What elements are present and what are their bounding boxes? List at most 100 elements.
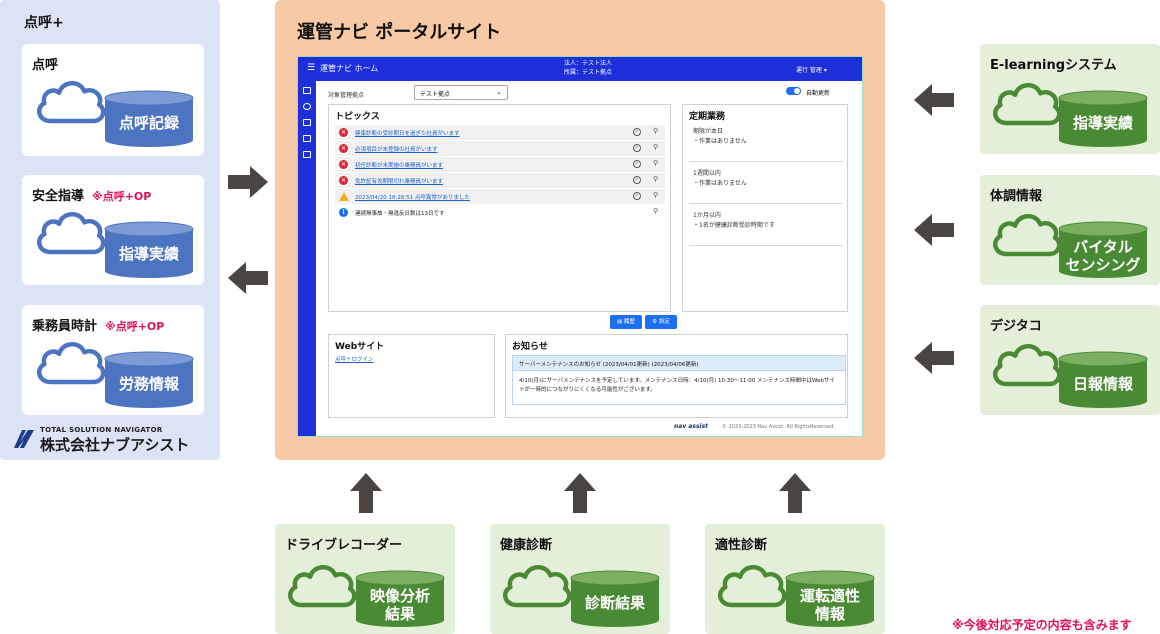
crew-clock-card-title: 乗務員時計 ※点呼+OP (32, 315, 164, 334)
topic-row[interactable]: ✕ 必須項目が未登録の社員がいます ✓ ⚲ (335, 141, 665, 156)
tenko-login-link[interactable]: 点呼＋ログイン (335, 355, 374, 363)
option-note: ※点呼+OP (92, 190, 152, 203)
scheduled-tasks-title: 定期業務 (689, 112, 726, 122)
app-title: 運管ナビ ホーム (320, 64, 379, 73)
website-panel: Webサイト 点呼＋ログイン (328, 334, 495, 418)
crew-clock-label: 乗務員時計 (32, 319, 98, 334)
option-note: ※点呼+OP (105, 320, 165, 333)
website-title: Webサイト (335, 342, 385, 352)
news-title: お知らせ (512, 342, 548, 352)
topic-link[interactable]: 必須項目が未登録の社員がいます (355, 145, 438, 153)
health-checkup-title: 健康診断 (500, 538, 553, 553)
arrow-up-icon (350, 473, 382, 513)
org-chart-icon[interactable] (303, 135, 311, 142)
auto-update-toggle[interactable] (786, 87, 801, 95)
pin-icon[interactable]: ⚲ (653, 159, 658, 167)
pin-icon[interactable]: ⚲ (653, 175, 658, 183)
guidance-record-database: 指導実績 (1058, 90, 1148, 148)
database-label: 運転適性 情報 (785, 587, 875, 623)
branch-select[interactable]: テスト拠点 ⌄ (414, 85, 508, 100)
schedule-period: 1か月以内 (693, 212, 721, 219)
history-button[interactable]: ▤ 履歴 (610, 315, 642, 329)
scheduled-tasks-panel: 定期業務 期限が本日 ・作業はありません 1週間以内 ・作業はありません 1か月… (682, 104, 848, 312)
pin-icon[interactable]: ⚲ (653, 127, 658, 135)
topic-link[interactable]: 健康診断の受診期日を過ぎた社員がいます (355, 129, 460, 137)
dashboard-icon[interactable] (303, 87, 311, 94)
topic-link[interactable]: 2023/04/20 18:28:51 点呼異常がありました (355, 193, 470, 201)
topics-panel: トピックス ✕ 健康診断の受診期日を過ぎた社員がいます ✓ ⚲ ✕ 必須項目が未… (328, 104, 671, 312)
crew-clock-card: 乗務員時計 ※点呼+OP 労務情報 (22, 305, 204, 415)
schedule-item: 期限が本日 ・作業はありません (693, 127, 843, 147)
diagnosis-result-database: 診断結果 (570, 570, 660, 628)
cloud-icon (34, 205, 108, 259)
company-logo: TOTAL SOLUTION NAVIGATOR 株式会社ナブアシスト (10, 426, 220, 454)
check-circle-icon[interactable]: ✓ (633, 160, 641, 168)
divider (689, 245, 843, 246)
topic-link[interactable]: 免許証有効期限切れ乗務員がいます (355, 177, 443, 185)
user-menu[interactable]: 運行 管理 ▾ (796, 65, 827, 74)
database-label: 日報情報 (1072, 375, 1133, 393)
daily-report-database: 日報情報 (1058, 351, 1148, 409)
arrow-left-icon (914, 342, 954, 374)
app-header: ☰ 運管ナビ ホーム 法人：テスト法人 所属：テスト拠点 運行 管理 ▾ (298, 57, 862, 81)
error-icon: ✕ (339, 128, 348, 137)
topic-text: 連続無事故・無違反日数は13日です (355, 211, 445, 217)
digitacho-panel: デジタコ 日報情報 (980, 305, 1160, 415)
database-label: 映像分析 結果 (355, 587, 445, 623)
database-label: 指導実績 (1072, 114, 1133, 132)
aptitude-test-panel: 適性診断 運転適性 情報 (705, 524, 885, 634)
database-label-line: 映像分析 (369, 587, 430, 605)
database-label: 診断結果 (584, 594, 645, 612)
guidance-record-label: 指導実績 (118, 245, 179, 263)
topic-row[interactable]: 2023/04/20 18:28:51 点呼異常がありました ✓ ⚲ (335, 189, 665, 204)
settings-button[interactable]: ⚙ 設定 (645, 315, 677, 329)
topic-row[interactable]: ✕ 初任診断が未実施の乗務員がいます ✓ ⚲ (335, 157, 665, 172)
cloud-icon (285, 558, 359, 612)
topic-row[interactable]: ✕ 免許証有効期限切れ乗務員がいます ✓ ⚲ (335, 173, 665, 188)
portal-screenshot: ☰ 運管ナビ ホーム 法人：テスト法人 所属：テスト拠点 運行 管理 ▾ 対象管… (297, 56, 863, 437)
cloud-icon (990, 337, 1064, 391)
database-label: バイタル センシング (1058, 238, 1148, 274)
bar-chart-icon[interactable] (303, 151, 311, 158)
chevron-down-icon: ⌄ (496, 88, 502, 96)
user-icon[interactable] (303, 103, 311, 110)
database-label-line: センシング (1065, 256, 1141, 274)
pin-icon[interactable]: ⚲ (653, 191, 658, 199)
hamburger-menu-icon[interactable]: ☰ (307, 63, 315, 73)
arrow-left-icon (914, 84, 954, 116)
tenko-plus-title: 点呼+ (24, 15, 64, 31)
schedule-status: ・作業はありません (693, 180, 747, 187)
car-icon[interactable] (303, 119, 311, 126)
health-condition-panel: 体調情報 バイタル センシング (980, 175, 1160, 285)
schedule-period: 期限が本日 (693, 128, 724, 135)
corporation-info: 法人：テスト法人 所属：テスト拠点 (564, 59, 612, 77)
check-circle-icon[interactable]: ✓ (633, 144, 641, 152)
driving-aptitude-database: 運転適性 情報 (785, 570, 875, 628)
error-icon: ✕ (339, 160, 348, 169)
auto-update-label: 自動更新 (806, 90, 831, 97)
logo-company-name: 株式会社ナブアシスト (40, 436, 190, 454)
check-circle-icon[interactable]: ✓ (633, 176, 641, 184)
branch-select-value: テスト拠点 (420, 91, 451, 98)
tenko-card-title: 点呼 (32, 54, 58, 73)
drive-recorder-title: ドライブレコーダー (285, 538, 403, 553)
pin-icon[interactable]: ⚲ (653, 143, 658, 151)
topic-link[interactable]: 初任診断が未実施の乗務員がいます (355, 161, 443, 169)
topic-row[interactable]: ✕ 健康診断の受診期日を過ぎた社員がいます ✓ ⚲ (335, 125, 665, 140)
news-headline[interactable]: サーバーメンテナンスのお知らせ (2023/04/01更新) (2023/04/… (512, 355, 846, 371)
tenko-record-database: 点呼記録 (104, 90, 194, 148)
labor-info-database: 労務情報 (104, 351, 194, 409)
elearning-title: E-learningシステム (990, 58, 1117, 73)
footer-logo: nav assist (674, 423, 709, 430)
safety-guidance-card-title: 安全指導 ※点呼+OP (32, 185, 151, 204)
aptitude-test-title: 適性診断 (715, 538, 768, 553)
check-circle-icon[interactable]: ✓ (633, 192, 641, 200)
info-icon: i (339, 208, 348, 217)
cloud-icon (990, 207, 1064, 261)
schedule-item: 1週間以内 ・作業はありません (693, 169, 843, 189)
safety-guidance-label: 安全指導 (32, 189, 85, 204)
check-circle-icon[interactable]: ✓ (633, 128, 641, 136)
pin-icon[interactable]: ⚲ (653, 207, 658, 215)
portal-title: 運管ナビ ポータルサイト (297, 22, 502, 43)
cloud-icon (990, 76, 1064, 130)
